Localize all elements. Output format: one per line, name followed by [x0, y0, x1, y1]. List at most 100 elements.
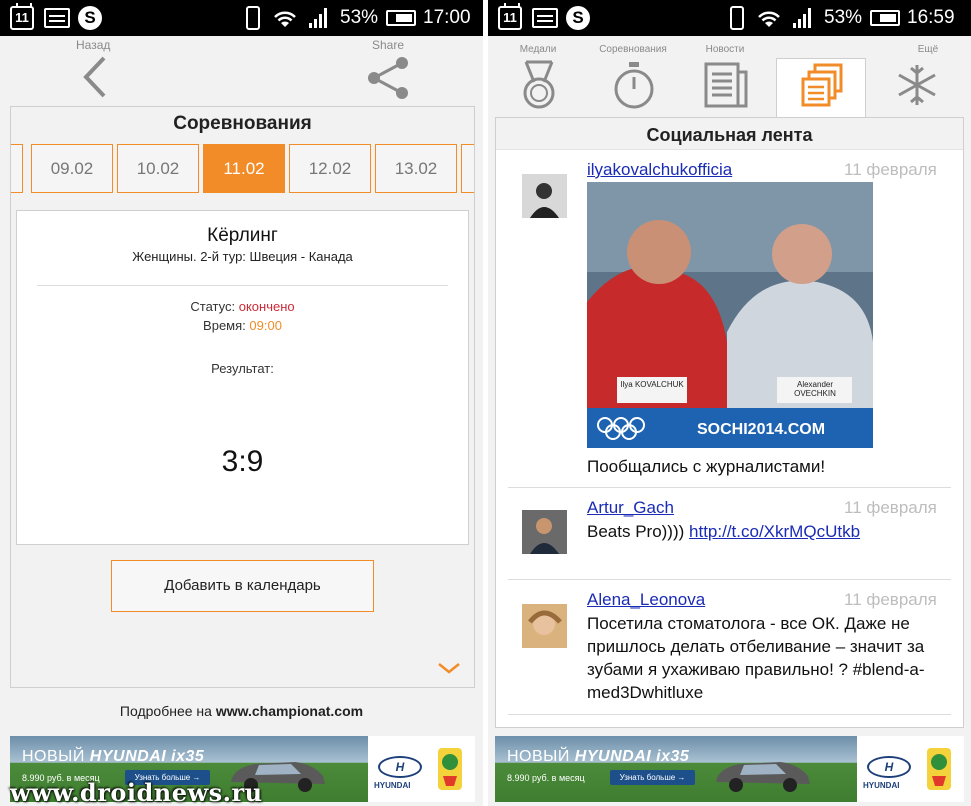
post-divider [508, 714, 951, 715]
ad-logo-area: H HYUNDAI [857, 736, 964, 802]
result-label: Результат: [211, 361, 274, 376]
tab-label: Ещё [917, 44, 939, 55]
back-chevron-icon[interactable] [76, 54, 116, 100]
status-value: окончено [238, 299, 295, 314]
ad-price: 8.990 руб. в месяц [507, 773, 585, 783]
tab-label: Новости [705, 44, 745, 55]
ad-title: НОВЫЙ HYUNDAI ix35 [507, 748, 690, 765]
clock: 17:00 [423, 7, 471, 28]
stopwatch-icon [614, 62, 654, 109]
status-bar: 11 S 53% 16:59 [488, 0, 971, 36]
feed-title: Социальная лента [496, 118, 963, 150]
date-tab[interactable]: 09.02 [31, 144, 113, 193]
post-date: 11 февраля [844, 160, 937, 179]
hyundai-name: HYUNDAI [863, 781, 900, 790]
share-icon[interactable] [364, 54, 412, 102]
ad-logo-area: H HYUNDAI [368, 736, 475, 802]
calendar-notification-icon: 11 [498, 3, 522, 30]
hyundai-name: HYUNDAI [374, 781, 411, 790]
feed-post: ilyakovalchukofficia 11 февраля SOCHI201… [496, 158, 963, 488]
status-bar: 11 S 53% 17:00 [0, 0, 483, 36]
footer-site[interactable]: www.championat.com [216, 703, 363, 719]
social-feed-panel: Социальная лента ilyakovalchukofficia 11… [495, 117, 964, 728]
world-cup-logo [927, 748, 951, 790]
date-tab[interactable]: 13.02 [375, 144, 457, 193]
hyundai-logo: H [867, 756, 911, 778]
social-feed-icon [801, 63, 843, 107]
tab-medals[interactable]: Медали [493, 36, 583, 116]
car-image [716, 762, 810, 792]
battery-percent: 53% [824, 7, 863, 28]
event-subtitle: Женщины. 2-й тур: Швеция - Канада [132, 249, 353, 264]
competitions-panel: Соревнования 09.02 10.02 11.02 12.02 13.… [10, 106, 475, 688]
tab-label: Медали [519, 44, 557, 55]
tab-more[interactable]: Ещё [871, 36, 961, 116]
watermark: www.droidnews.ru [10, 778, 263, 806]
chevron-down-icon[interactable] [437, 661, 461, 675]
share-label: Share [372, 38, 405, 52]
medal-icon [523, 60, 555, 109]
date-tab-prev[interactable] [11, 144, 23, 193]
app-s-icon: S [566, 6, 590, 30]
wifi-icon [758, 11, 780, 27]
avatar[interactable] [522, 174, 567, 218]
vibrate-icon [246, 6, 260, 30]
calendar-notification-icon: 11 [10, 3, 34, 30]
tab-news[interactable]: Новости [680, 36, 770, 116]
ad-title: НОВЫЙ HYUNDAI ix35 [22, 748, 205, 765]
event-card: Кёрлинг Женщины. 2-й тур: Швеция - Канад… [16, 210, 469, 545]
event-time: Время: 09:00 [17, 318, 468, 333]
post-text: Посетила стоматолога - все ОК. Даже не п… [587, 614, 925, 702]
post-link[interactable]: http://t.co/XkrMQcUtkb [689, 522, 860, 541]
battery-icon [870, 10, 900, 26]
post-divider [508, 487, 951, 488]
battery-icon [386, 10, 416, 26]
date-tab[interactable]: 12.02 [289, 144, 371, 193]
time-label: Время: [203, 318, 246, 333]
ad-more-button[interactable]: Узнать больше → [610, 770, 695, 785]
event-score: 3:9 [221, 445, 264, 478]
ad-banner[interactable]: НОВЫЙ HYUNDAI ix35 8.990 руб. в месяц Уз… [495, 736, 964, 802]
avatar[interactable] [522, 510, 567, 554]
hyundai-logo: H [378, 756, 422, 778]
right-screen: 11 S 53% 16:59 Медали Соревнования Новос… [488, 0, 971, 806]
app-s-icon: S [78, 6, 102, 30]
newspaper-icon [704, 62, 748, 108]
name-plate: Ilya KOVALCHUK [620, 380, 684, 389]
clock: 16:59 [907, 7, 955, 28]
post-photo[interactable]: SOCHI2014.COM Ilya KOVALCHUK Alexander O… [587, 182, 873, 448]
status-label: Статус: [190, 299, 236, 314]
add-to-calendar-button[interactable]: Добавить в календарь [111, 560, 374, 612]
tab-competitions[interactable]: Соревнования [588, 36, 678, 116]
name-plate: Alexander OVECHKIN [794, 380, 836, 398]
event-status: Статус: окончено [17, 299, 468, 314]
post-username[interactable]: Artur_Gach [587, 498, 674, 518]
tab-label: Соревнования [599, 44, 667, 55]
press-conference-image [587, 182, 873, 448]
date-tab-active[interactable]: 11.02 [203, 144, 285, 193]
card-notification-icon [44, 8, 70, 28]
snowflake-icon [898, 65, 936, 105]
wifi-icon [274, 11, 296, 27]
back-label: Назад [76, 38, 111, 52]
signal-icon [309, 8, 327, 28]
footer-prefix: Подробнее на [119, 703, 212, 719]
post-text: Beats Pro)))) http://t.co/XkrMQcUtkb [587, 522, 861, 541]
avatar[interactable] [522, 604, 567, 648]
top-bar: Назад Share [0, 36, 483, 106]
more-info-link[interactable]: Подробнее на www.championat.com [0, 703, 483, 719]
post-date: 11 февраля [844, 590, 937, 609]
post-username[interactable]: ilyakovalchukofficia [587, 160, 732, 180]
post-username[interactable]: Alena_Leonova [587, 590, 705, 610]
date-tab[interactable]: 10.02 [117, 144, 199, 193]
signal-icon [793, 8, 811, 28]
panel-title: Соревнования [173, 113, 312, 134]
event-sport: Кёрлинг [207, 225, 278, 246]
divider [37, 285, 448, 286]
tab-social-feed[interactable] [776, 58, 866, 118]
feed-post: Alena_Leonova 11 февраля Посетила стомат… [496, 588, 963, 718]
post-divider [508, 579, 951, 580]
post-date: 11 февраля [844, 498, 937, 517]
post-text: Пообщались с журналистами! [587, 457, 826, 476]
date-tab-next[interactable] [461, 144, 474, 193]
